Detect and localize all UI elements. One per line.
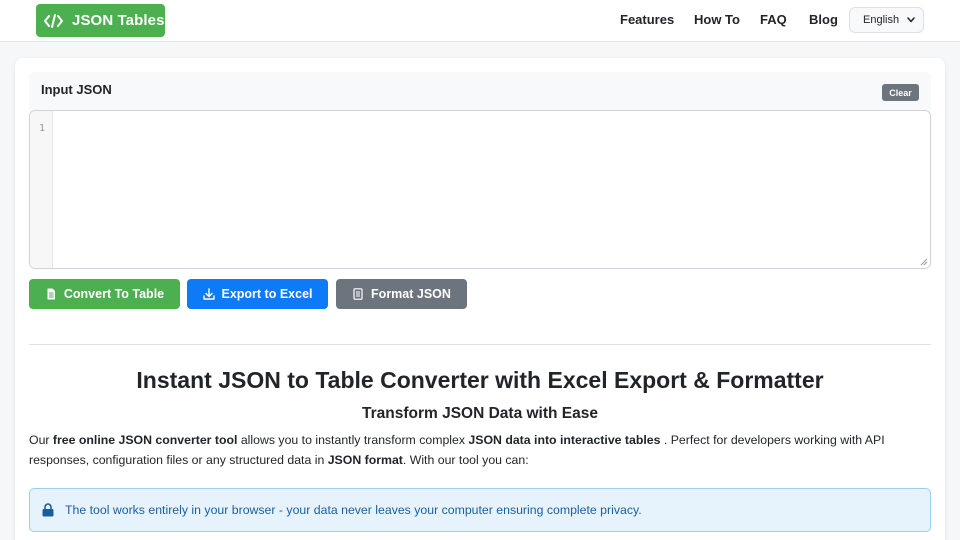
format-label: Format JSON (371, 287, 451, 301)
privacy-alert-text: The tool works entirely in your browser … (65, 503, 642, 517)
logo-link[interactable]: JSON Tables (36, 4, 165, 37)
input-header: Input JSON Clear (29, 72, 931, 112)
intro-text-4: . With our tool you can: (402, 453, 529, 467)
convert-to-table-button[interactable]: Convert To Table (29, 279, 180, 309)
export-to-excel-button[interactable]: Export to Excel (187, 279, 328, 309)
input-title: Input JSON (41, 82, 112, 97)
export-label: Export to Excel (221, 287, 313, 301)
privacy-alert: The tool works entirely in your browser … (29, 488, 931, 532)
intro-bold-1: free online JSON converter tool (52, 433, 238, 447)
download-icon (202, 288, 215, 300)
line-number: 1 (39, 123, 46, 134)
intro-paragraph: Our free online JSON converter tool allo… (29, 430, 934, 470)
lock-icon (42, 503, 54, 517)
site-header: JSON Tables Features How To FAQ Blog Eng… (0, 0, 960, 42)
convert-label: Convert To Table (63, 287, 165, 301)
nav-link-how-to[interactable]: How To (694, 12, 740, 27)
logo-text: JSON Tables (72, 12, 165, 29)
resize-handle-icon[interactable] (920, 258, 928, 266)
nav-link-faq[interactable]: FAQ (760, 12, 787, 27)
code-icon (44, 13, 63, 28)
file-text-icon (353, 288, 363, 300)
intro-bold-3: JSON format (327, 453, 403, 467)
line-gutter: 1 (30, 111, 53, 268)
language-select-value: English (863, 14, 900, 26)
section-divider (29, 344, 931, 345)
language-select[interactable]: English (849, 7, 924, 33)
page-subtitle: Transform JSON Data with Ease (361, 405, 599, 422)
document-icon (47, 288, 55, 300)
page-title: Instant JSON to Table Converter with Exc… (136, 367, 824, 393)
nav-link-blog[interactable]: Blog (809, 12, 838, 27)
clear-button[interactable]: Clear (882, 84, 919, 101)
intro-text-2: allows you to instantly transform comple… (237, 433, 469, 447)
json-editor[interactable]: 1 (29, 110, 931, 269)
nav-link-features[interactable]: Features (620, 12, 674, 27)
intro-bold-2: JSON data into interactive tables (468, 433, 661, 447)
intro-text-1: Our (29, 433, 53, 447)
format-json-button[interactable]: Format JSON (336, 279, 467, 309)
chevron-down-icon (907, 17, 915, 23)
converter-card: Input JSON Clear 1 Convert To Table Expo… (15, 58, 945, 540)
